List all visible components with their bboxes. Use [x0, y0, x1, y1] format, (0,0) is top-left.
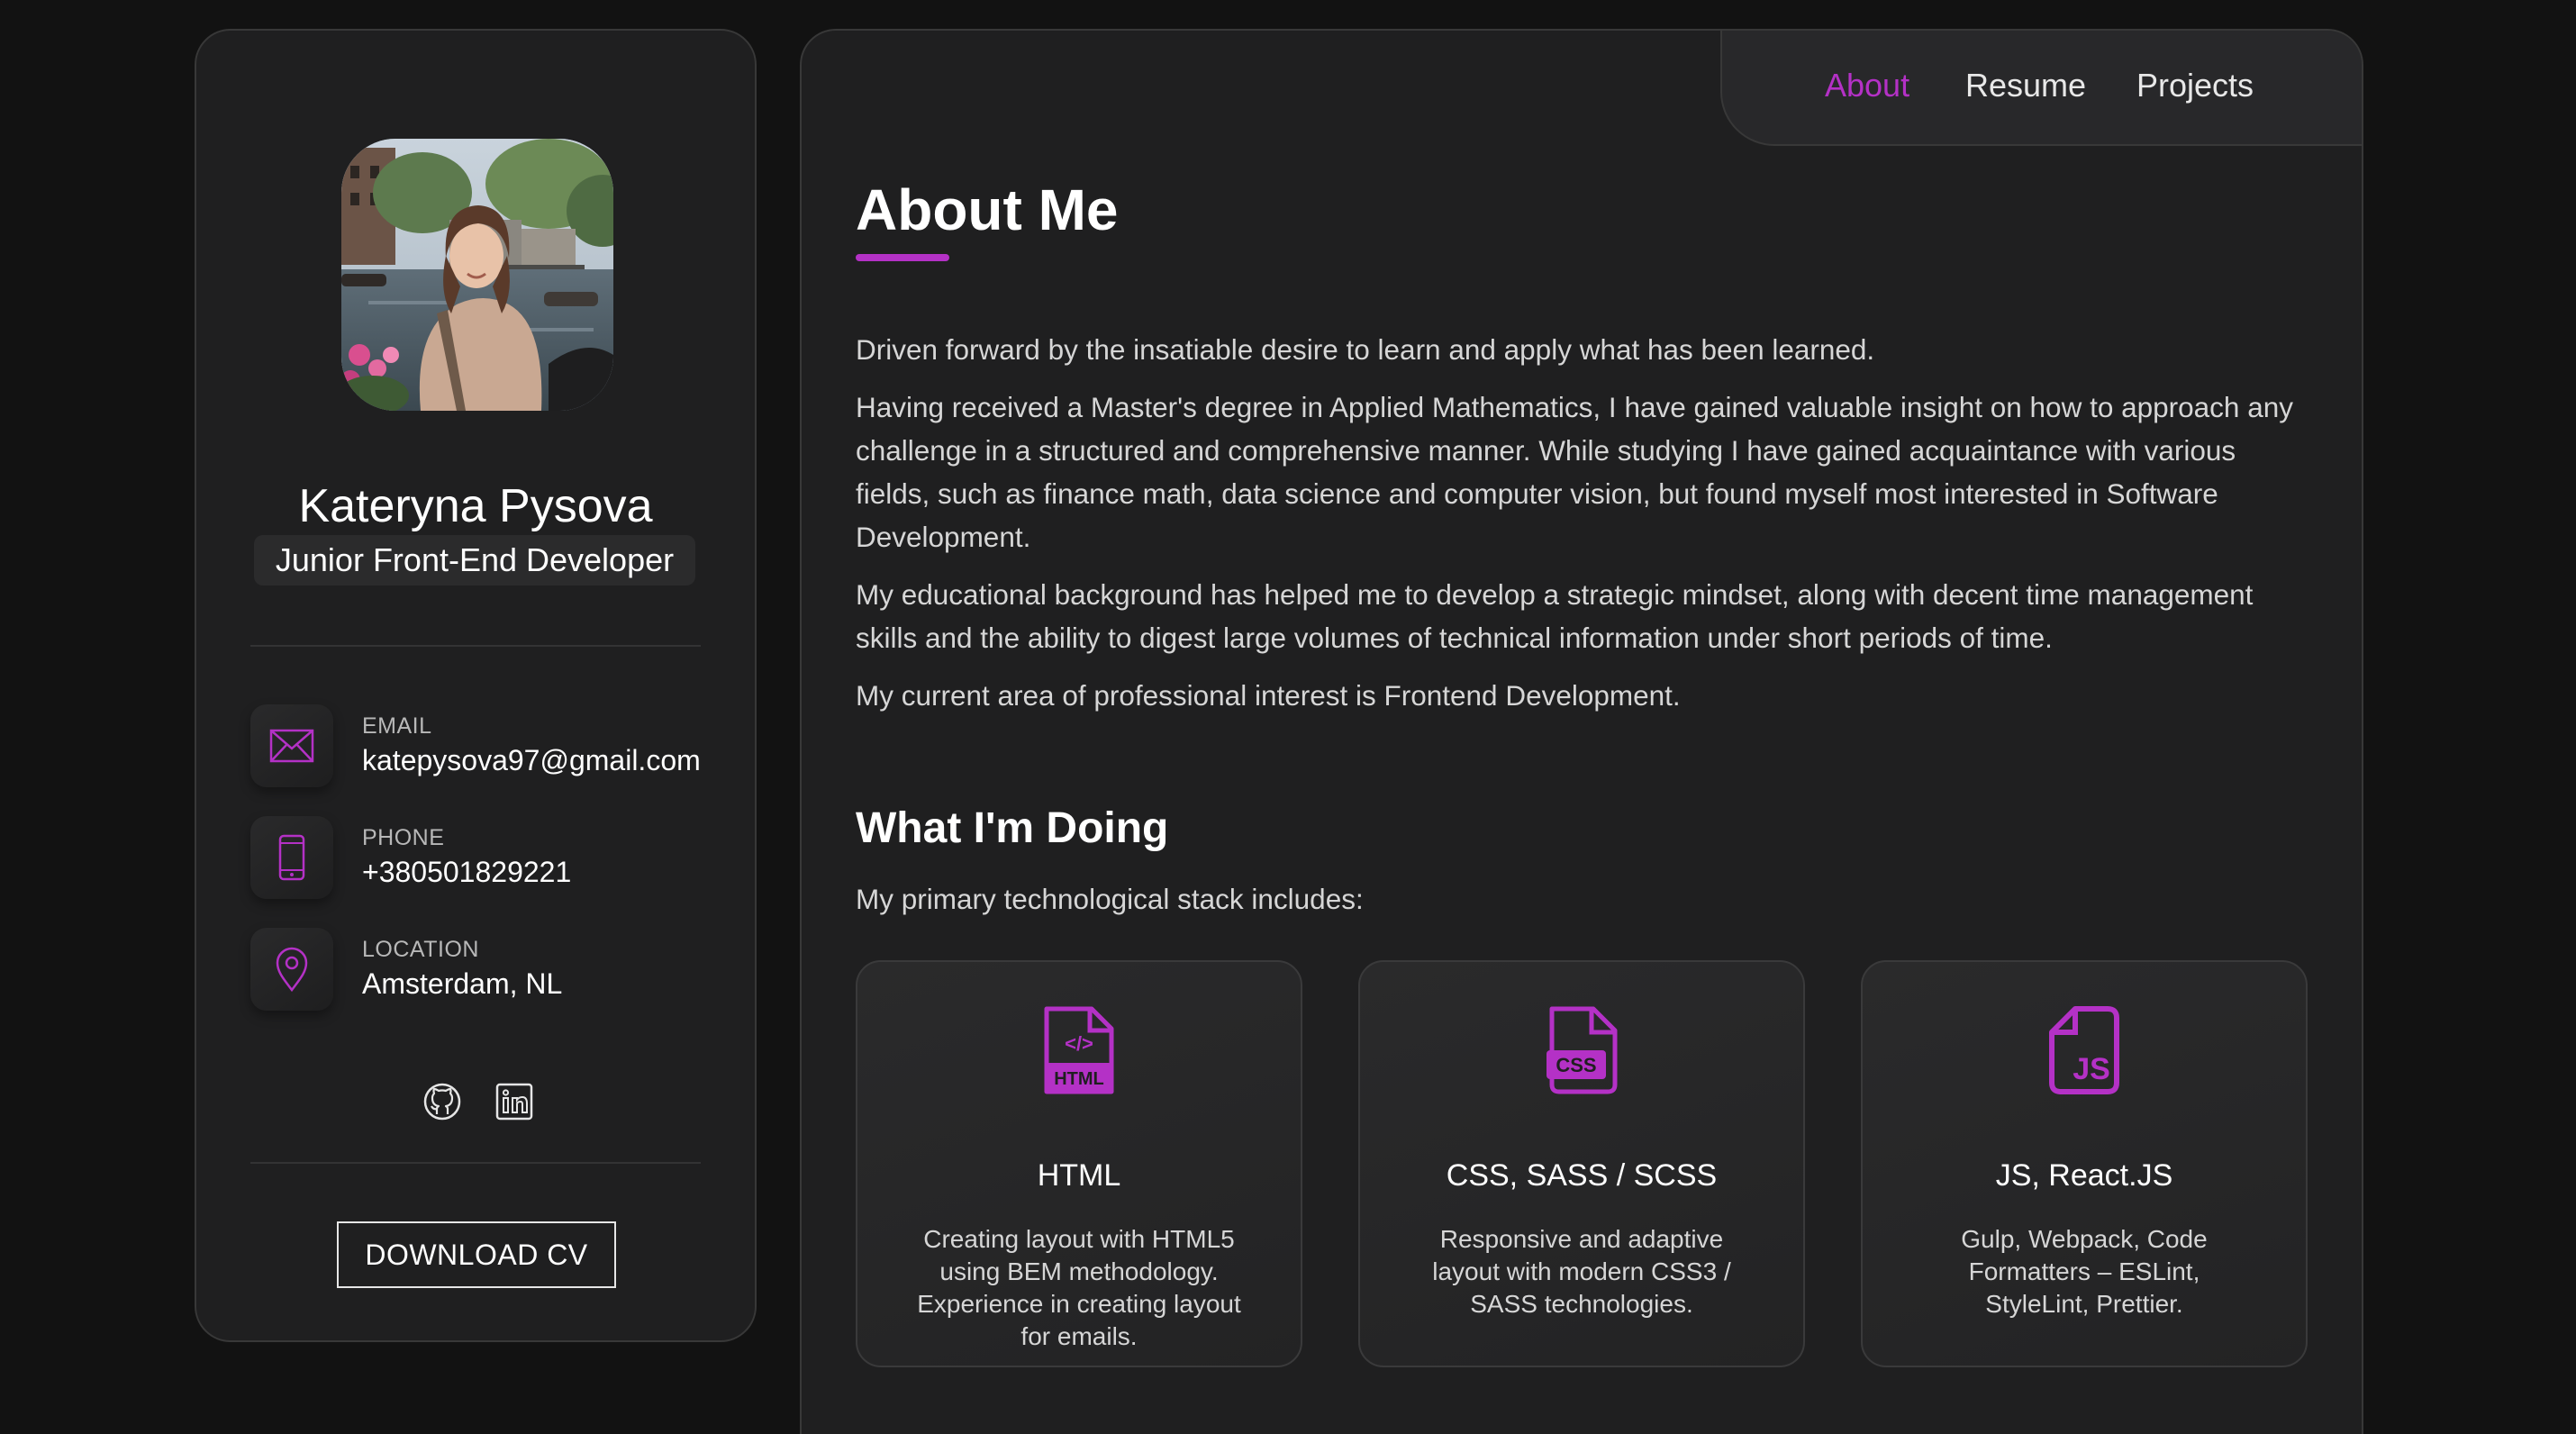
about-paragraph: Having received a Master's degree in App… [856, 391, 2293, 553]
sidebar-divider [250, 645, 701, 647]
contact-phone: PHONE +380501829221 [250, 816, 719, 903]
social-links [420, 1079, 537, 1130]
card-title: JS, React.JS [1995, 1158, 2173, 1193]
sidebar: Kateryna Pysova Junior Front-End Develop… [195, 29, 757, 1342]
about-paragraph: Driven forward by the insatiable desire … [856, 333, 1875, 366]
contact-label-location: LOCATION [362, 937, 479, 962]
avatar-photo [341, 139, 613, 411]
card-text: Responsive and adaptive layout with mode… [1432, 1225, 1731, 1318]
location-value: Amsterdam, NL [362, 967, 563, 1000]
title-underline [856, 254, 949, 261]
phone-link[interactable]: +380501829221 [362, 856, 571, 889]
location-pin-icon [250, 928, 333, 1011]
profile-title-badge: Junior Front-End Developer [254, 535, 695, 585]
card-text: Gulp, Webpack, Code Formatters – ESLint,… [1961, 1225, 2208, 1318]
contact-location: LOCATION Amsterdam, NL [250, 928, 719, 1014]
service-card-html: </> HTML HTML Creating layout with HTML5… [856, 960, 1302, 1367]
contact-label-phone: PHONE [362, 825, 445, 850]
email-link[interactable]: katepysova97@gmail.com [362, 744, 701, 777]
nav-about[interactable]: About [1825, 67, 1909, 104]
svg-text:HTML: HTML [1054, 1069, 1104, 1089]
navbar: About Resume Projects [1720, 31, 2362, 146]
svg-text:</>: </> [1065, 1032, 1093, 1055]
css-file-icon: CSS [1360, 1005, 1803, 1095]
svg-text:JS: JS [2073, 1052, 2110, 1086]
html-file-icon: </> HTML [857, 1005, 1301, 1095]
linkedin-icon[interactable] [492, 1079, 537, 1124]
about-paragraph: My educational background has helped me … [856, 578, 2254, 654]
phone-icon [250, 816, 333, 899]
profile-name: Kateryna Pysova [298, 480, 653, 532]
avatar [341, 139, 613, 411]
service-card-js: JS JS, React.JS Gulp, Webpack, Code Form… [1861, 960, 2308, 1367]
nav-resume[interactable]: Resume [1965, 67, 2086, 104]
nav-projects[interactable]: Projects [2136, 67, 2254, 104]
mail-icon [250, 704, 333, 787]
contact-email: EMAIL katepysova97@gmail.com [250, 704, 719, 791]
github-icon[interactable] [420, 1079, 465, 1124]
section-title: What I'm Doing [856, 804, 1169, 852]
main-panel: About Resume Projects About Me Driven fo… [800, 29, 2363, 1434]
card-title: HTML [1037, 1158, 1121, 1193]
page-title: About Me [856, 177, 1119, 242]
download-cv-button[interactable]: DOWNLOAD CV [337, 1221, 616, 1288]
svg-text:CSS: CSS [1556, 1054, 1596, 1076]
about-paragraph: My current area of professional interest… [856, 679, 1681, 712]
section-intro: My primary technological stack includes: [856, 883, 1364, 915]
card-title: CSS, SASS / SCSS [1446, 1158, 1718, 1193]
js-file-icon: JS [1863, 1005, 2306, 1095]
card-text: Creating layout with HTML5 using BEM met… [917, 1225, 1241, 1350]
sidebar-divider [250, 1162, 701, 1164]
contact-label-email: EMAIL [362, 713, 432, 739]
service-card-css: CSS CSS, SASS / SCSS Responsive and adap… [1358, 960, 1805, 1367]
